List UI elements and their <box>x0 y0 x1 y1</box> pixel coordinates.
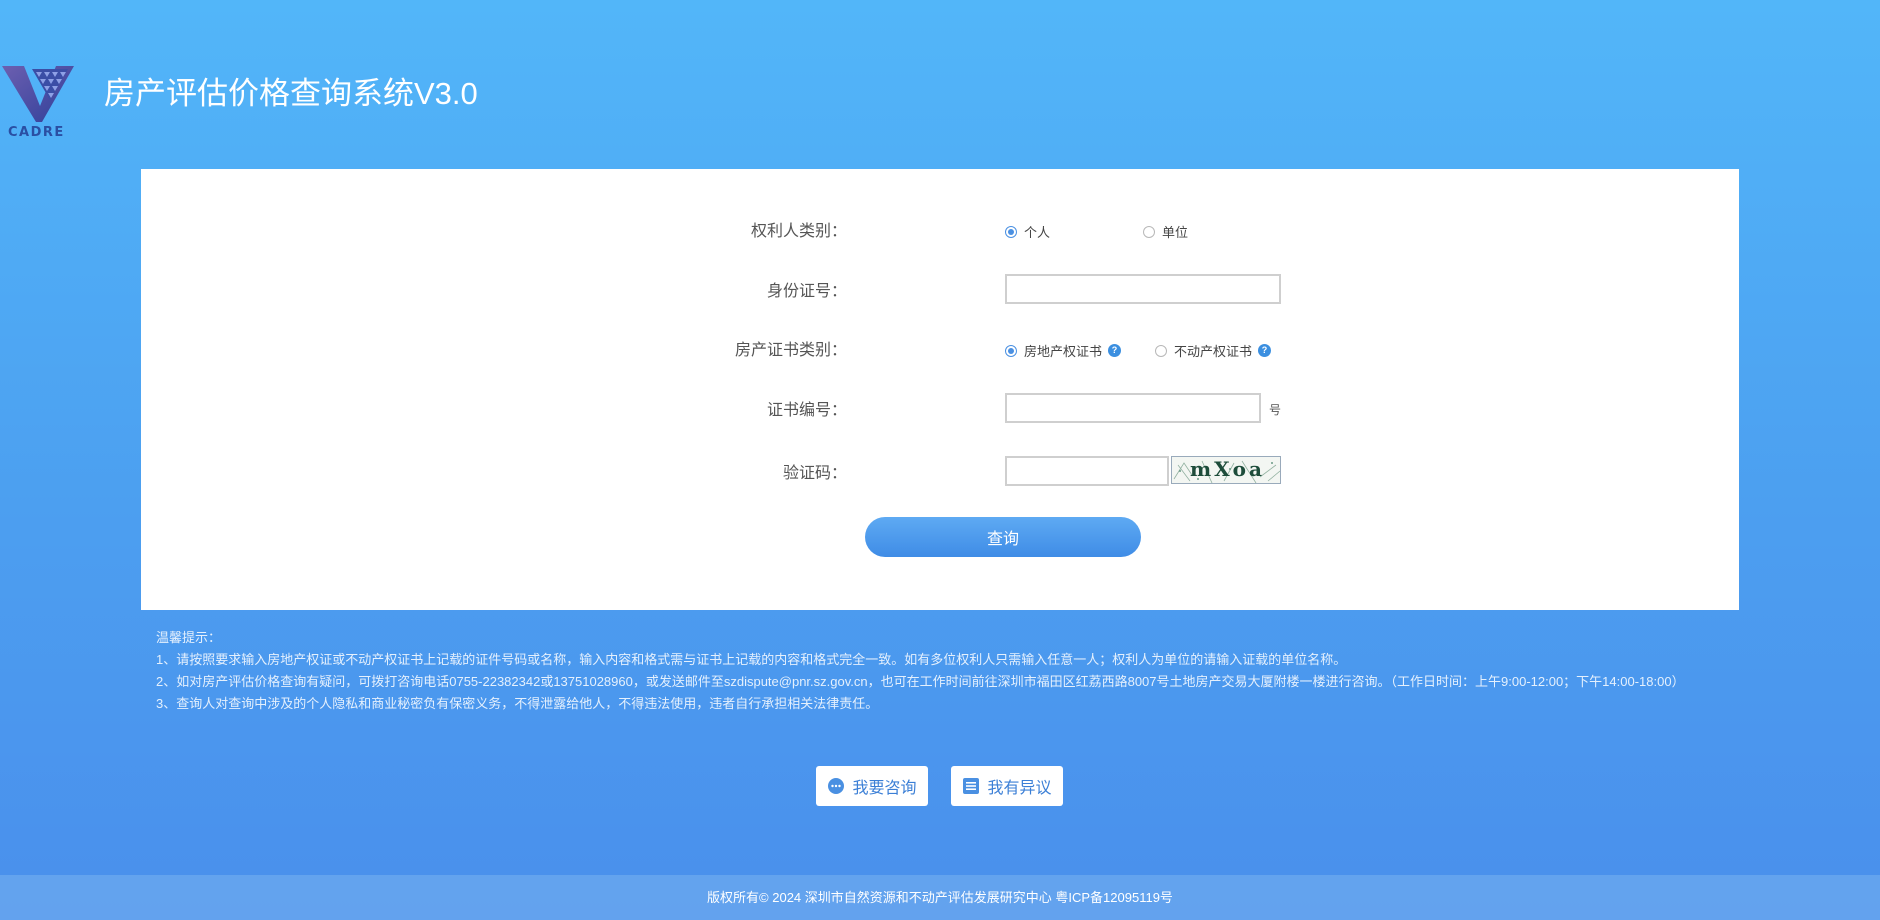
consult-button-label: 我要咨询 <box>852 780 917 797</box>
consult-button[interactable]: 我要咨询 <box>816 766 928 806</box>
query-button[interactable]: 查询 <box>865 517 1141 557</box>
cert-type-row: 房产证书类别： 房地产权证书 ? 不动产权证书 ? <box>141 333 1739 363</box>
question-circle-icon[interactable]: ? <box>1108 344 1122 357</box>
holder-type-individual-radio[interactable]: 个人 <box>1005 222 1050 241</box>
captcha-label: 验证码： <box>782 465 847 482</box>
radio-label-realestate: 房地产权证书 <box>1024 344 1103 359</box>
radio-unchecked-icon <box>1155 344 1167 357</box>
objection-button[interactable]: 我有异议 <box>951 766 1063 806</box>
cert-type-realestate-radio[interactable]: 房地产权证书 ? <box>1005 341 1122 360</box>
tip-item: 1、请按照要求输入房地产权证或不动产权证书上记载的证件号码或名称，输入内容和格式… <box>156 652 1347 667</box>
id-number-label: 身份证号： <box>766 283 847 300</box>
page-title: 房产评估价格查询系统V3.0 <box>104 76 478 111</box>
captcha-image[interactable]: mXoa <box>1171 456 1281 484</box>
header: CADRE 房产评估价格查询系统V3.0 <box>0 0 1880 160</box>
cert-type-label: 房产证书类别： <box>734 342 847 359</box>
objection-button-label: 我有异议 <box>987 780 1052 797</box>
chat-bubble-icon <box>828 778 845 794</box>
holder-type-label: 权利人类别： <box>750 223 847 240</box>
radio-label-organization: 单位 <box>1162 225 1189 240</box>
captcha-input[interactable] <box>1005 456 1169 486</box>
radio-unchecked-icon <box>1143 225 1155 238</box>
tips-section: 温馨提示： 1、请按照要求输入房地产权证或不动产权证书上记载的证件号码或名称，输… <box>156 627 1726 715</box>
id-number-input[interactable] <box>1005 274 1281 304</box>
footer: 版权所有© 2024 深圳市自然资源和不动产评估发展研究中心 粤ICP备1209… <box>0 875 1880 920</box>
tip-item: 3、查询人对查询中涉及的个人隐私和商业秘密负有保密义务，不得泄露给他人，不得违法… <box>156 696 879 711</box>
radio-label-individual: 个人 <box>1024 225 1051 240</box>
cert-number-suffix: 号 <box>1269 403 1282 417</box>
tip-item: 2、如对房产评估价格查询有疑问，可拨打咨询电话0755-22382342或137… <box>156 674 1685 689</box>
radio-label-immovable: 不动产权证书 <box>1174 344 1253 359</box>
captcha-text: mXoa <box>1190 457 1265 481</box>
question-circle-icon[interactable]: ? <box>1258 344 1272 357</box>
holder-type-row: 权利人类别： 个人 单位 <box>141 214 1739 244</box>
radio-checked-icon <box>1005 344 1017 357</box>
captcha-row: 验证码： mXoa <box>141 456 1739 486</box>
cert-number-label: 证书编号： <box>766 402 847 419</box>
holder-type-organization-radio[interactable]: 单位 <box>1143 222 1188 241</box>
radio-checked-icon <box>1005 225 1017 238</box>
cert-number-row: 证书编号： 号 <box>141 393 1739 423</box>
cert-type-immovable-radio[interactable]: 不动产权证书 ? <box>1155 341 1272 360</box>
tips-title: 温馨提示： <box>156 630 222 645</box>
logo-text: CADRE <box>8 125 65 140</box>
id-number-row: 身份证号： <box>141 274 1739 304</box>
document-list-icon <box>963 778 980 794</box>
cert-number-input[interactable] <box>1005 393 1261 423</box>
copyright-text: 版权所有© 2024 深圳市自然资源和不动产评估发展研究中心 粤ICP备1209… <box>707 890 1173 905</box>
query-form-panel: 权利人类别： 个人 单位 身份证号： 房产证书类别： 房地产权证书 ? 不动产权… <box>141 169 1739 610</box>
